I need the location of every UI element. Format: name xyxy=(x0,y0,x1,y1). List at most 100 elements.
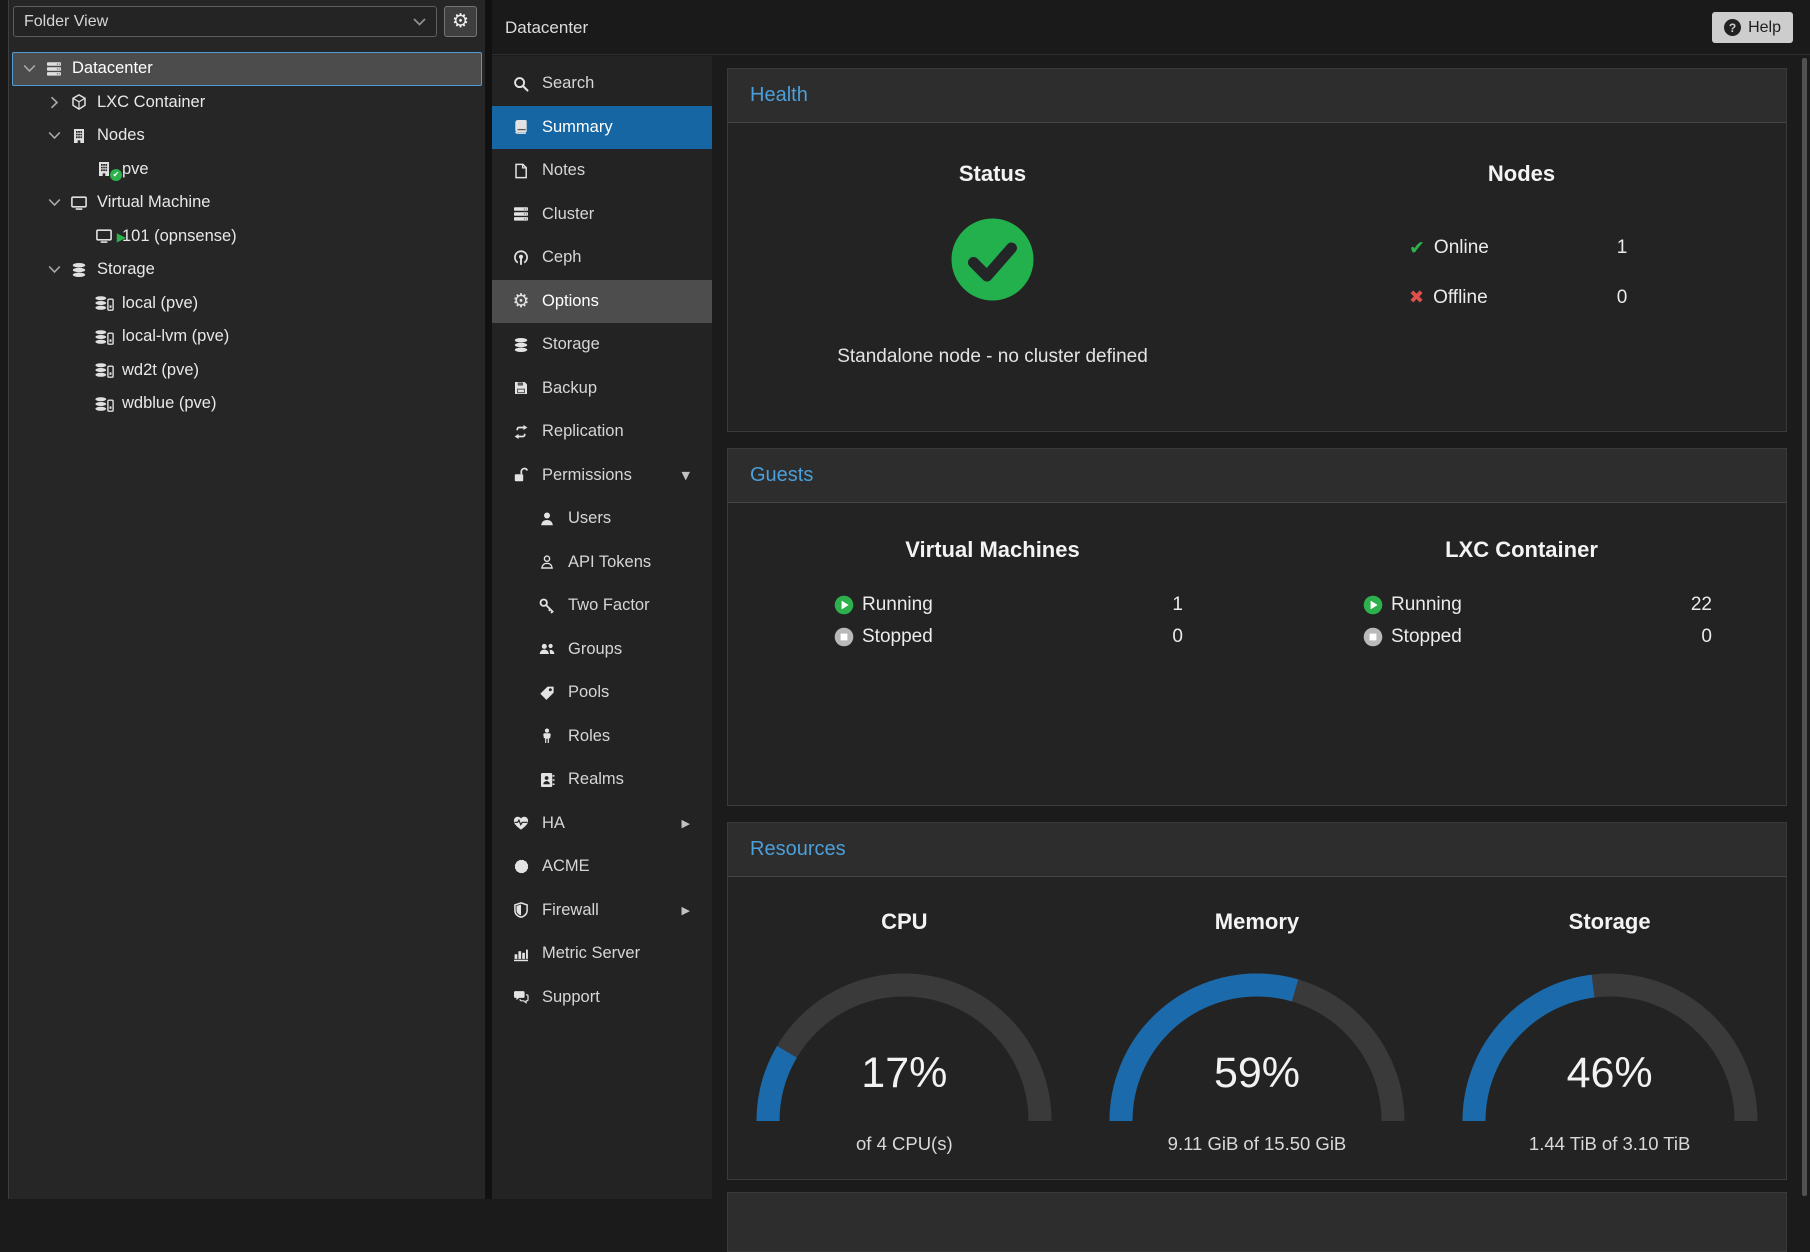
expander-chevron-icon[interactable] xyxy=(42,129,66,142)
tree-settings-button[interactable]: ⚙ xyxy=(444,6,477,37)
nav-item-permissions[interactable]: Permissions▼ xyxy=(492,454,712,498)
ceph-icon xyxy=(508,250,534,266)
scrollbar[interactable] xyxy=(1802,58,1807,1196)
nav-item-pools[interactable]: Pools xyxy=(492,671,712,715)
users-icon xyxy=(534,641,560,657)
nav-item-replication[interactable]: Replication xyxy=(492,410,712,454)
nav-item-storage[interactable]: Storage xyxy=(492,323,712,367)
tree-item-wdblue-pve[interactable]: wdblue (pve) xyxy=(12,387,482,421)
nav-item-cluster[interactable]: Cluster xyxy=(492,193,712,237)
nav-item-groups[interactable]: Groups xyxy=(492,628,712,672)
nav-item-support[interactable]: Support xyxy=(492,976,712,1020)
cross-icon: ✖ xyxy=(1409,289,1424,307)
tree-item-nodes[interactable]: Nodes xyxy=(12,119,482,153)
tree-item-101-opnsense[interactable]: ▶101 (opnsense) xyxy=(12,220,482,254)
nav-item-backup[interactable]: Backup xyxy=(492,367,712,411)
tree-item-wd2t-pve[interactable]: wd2t (pve) xyxy=(12,354,482,388)
nav-item-label: ACME xyxy=(542,857,590,876)
user-icon xyxy=(534,511,560,527)
nav-item-label: Metric Server xyxy=(542,944,640,963)
guest-row-running: Running 1 xyxy=(728,589,1257,621)
resource-gauge-cpu: CPU 17% of 4 CPU(s) xyxy=(728,877,1081,1155)
stop-circle-icon xyxy=(1363,627,1383,647)
nav-item-api-tokens[interactable]: API Tokens xyxy=(492,541,712,585)
help-button-label: Help xyxy=(1748,19,1781,37)
play-circle-icon xyxy=(1363,595,1383,615)
note-icon xyxy=(508,163,534,179)
tree-item-label: Nodes xyxy=(97,126,145,145)
window-edge xyxy=(0,0,9,1199)
tree-item-label: LXC Container xyxy=(97,93,205,112)
nav-item-firewall[interactable]: Firewall▶ xyxy=(492,889,712,933)
male-icon xyxy=(534,728,560,744)
tree-item-label: Storage xyxy=(97,260,155,279)
tree-item-local-pve[interactable]: local (pve) xyxy=(12,287,482,321)
nav-item-ceph[interactable]: Ceph xyxy=(492,236,712,280)
gauge-percent: 46% xyxy=(1460,1049,1760,1098)
nav-item-two-factor[interactable]: Two Factor xyxy=(492,584,712,628)
gauge-detail: 1.44 TiB of 3.10 TiB xyxy=(1433,1133,1786,1155)
question-circle-icon: ? xyxy=(1724,19,1741,36)
node-status-value: 1 xyxy=(1602,237,1642,259)
health-nodes-column: Nodes ✔Online1✖Offline0 xyxy=(1257,123,1786,368)
tree-item-label: pve xyxy=(122,160,149,179)
gauge-percent: 17% xyxy=(754,1049,1054,1098)
tree-item-storage[interactable]: Storage xyxy=(12,253,482,287)
view-mode-select[interactable]: Folder View xyxy=(13,6,437,37)
guests-panel: Guests Virtual Machines Running 1 Stoppe… xyxy=(727,448,1787,806)
building-icon xyxy=(66,128,92,144)
nav-item-label: Pools xyxy=(568,683,609,702)
tree-item-local-lvm-pve[interactable]: local-lvm (pve) xyxy=(12,320,482,354)
chevron-right-icon: ▶ xyxy=(682,817,690,830)
db-icon xyxy=(66,262,92,278)
guest-row-label: Stopped xyxy=(862,626,933,648)
gauge-header: Storage xyxy=(1433,909,1786,935)
guests-column-header: LXC Container xyxy=(1257,537,1786,563)
tree-item-datacenter[interactable]: Datacenter xyxy=(12,52,482,86)
nav-item-users[interactable]: Users xyxy=(492,497,712,541)
guest-row-value: 0 xyxy=(1139,626,1183,648)
guests-panel-title: Guests xyxy=(750,464,813,487)
nav-item-options[interactable]: ⚙Options xyxy=(492,280,712,324)
guests-panel-header: Guests xyxy=(728,449,1786,503)
tree-item-pve[interactable]: ✔ pve xyxy=(12,153,482,187)
nav-item-label: Realms xyxy=(568,770,624,789)
nav-item-summary[interactable]: Summary xyxy=(492,106,712,150)
nav-item-notes[interactable]: Notes xyxy=(492,149,712,193)
nav-item-label: Notes xyxy=(542,161,585,180)
status-header: Status xyxy=(728,161,1257,187)
nav-item-acme[interactable]: ACME xyxy=(492,845,712,889)
selected-node-title: Datacenter xyxy=(505,18,588,38)
resources-panel-header: Resources xyxy=(728,823,1786,877)
expander-chevron-icon[interactable] xyxy=(42,96,66,109)
resource-gauge-storage: Storage 46% 1.44 TiB of 3.10 TiB xyxy=(1433,877,1786,1155)
nav-item-roles[interactable]: Roles xyxy=(492,715,712,759)
tree-item-virtual-machine[interactable]: Virtual Machine xyxy=(12,186,482,220)
cluster-status-message: Standalone node - no cluster defined xyxy=(728,346,1257,368)
expander-chevron-icon[interactable] xyxy=(42,263,66,276)
help-button[interactable]: ? Help xyxy=(1712,12,1793,43)
nav-item-label: Two Factor xyxy=(568,596,650,615)
server-icon xyxy=(508,206,534,222)
nav-item-label: Backup xyxy=(542,379,597,398)
panel-splitter[interactable] xyxy=(485,0,492,1199)
user-o-icon xyxy=(534,554,560,570)
nav-item-search[interactable]: Search xyxy=(492,62,712,106)
building-check-icon: ✔ xyxy=(91,161,117,177)
expander-chevron-icon[interactable] xyxy=(42,196,66,209)
tree-item-lxc-container[interactable]: LXC Container xyxy=(12,86,482,120)
nav-item-label: Ceph xyxy=(542,248,581,267)
nav-item-label: Summary xyxy=(542,118,613,137)
resource-tree: Datacenter LXC Container Nodes ✔ pve Virtual … xyxy=(9,52,485,421)
gear-icon: ⚙ xyxy=(452,12,469,31)
unlock-icon xyxy=(508,467,534,483)
chevron-right-icon: ▶ xyxy=(682,904,690,917)
nav-item-ha[interactable]: HA▶ xyxy=(492,802,712,846)
nav-item-realms[interactable]: Realms xyxy=(492,758,712,802)
nav-item-metric-server[interactable]: Metric Server xyxy=(492,932,712,976)
expander-chevron-icon[interactable] xyxy=(17,62,41,75)
nav-item-label: Roles xyxy=(568,727,610,746)
nav-item-label: Support xyxy=(542,988,600,1007)
gear-icon: ⚙ xyxy=(508,292,534,311)
health-panel-header: Health xyxy=(728,69,1786,123)
